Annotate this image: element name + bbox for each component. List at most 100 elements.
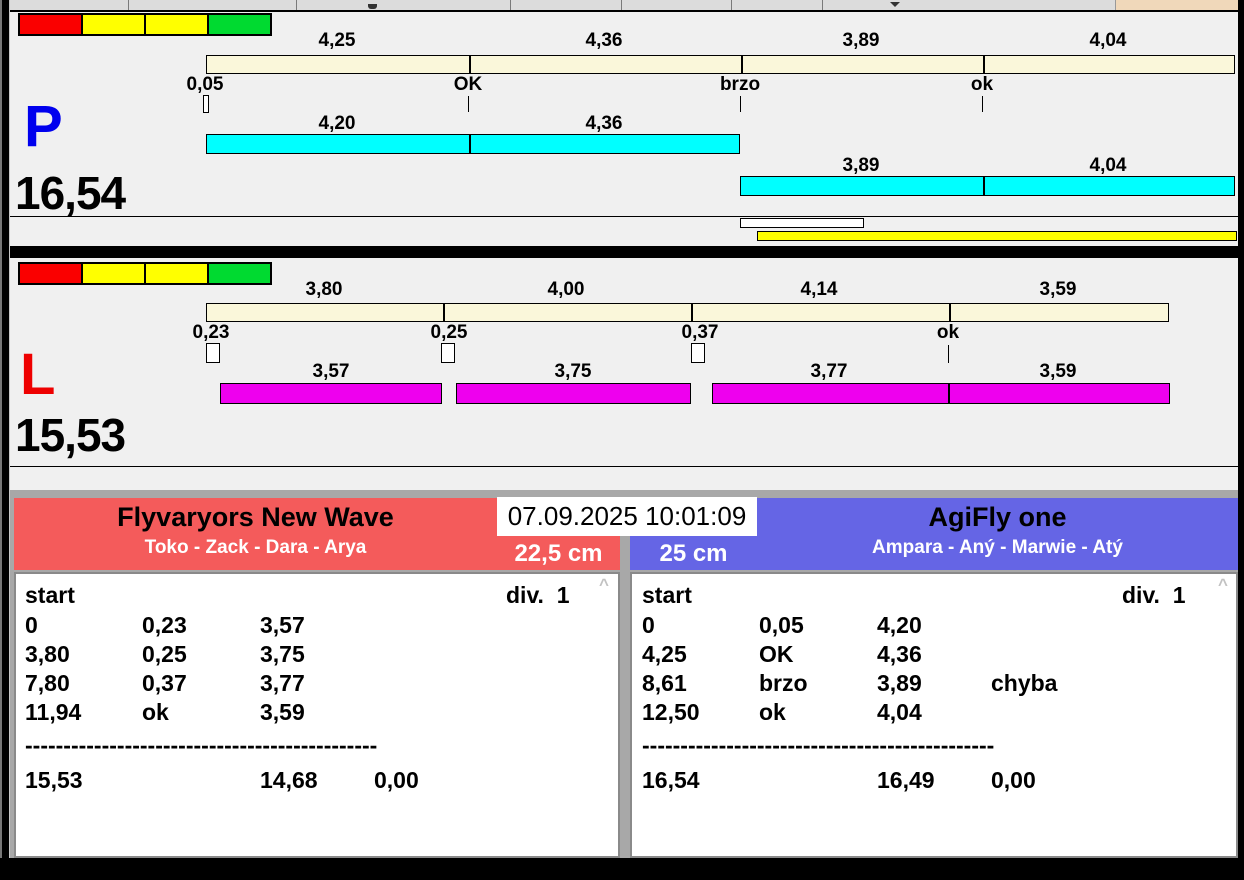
table-header-start: start bbox=[25, 582, 75, 608]
toolbar-separator bbox=[731, 0, 732, 10]
run-time-label: 3,57 bbox=[312, 361, 350, 382]
table-division: div. 1 bbox=[506, 582, 570, 608]
gate-status-label: OK bbox=[453, 74, 483, 95]
lane-p-split-bar bbox=[206, 55, 1235, 74]
lane-p-light-legend bbox=[18, 13, 272, 36]
bar-divider bbox=[983, 177, 985, 195]
gate-status-label: 0,37 bbox=[681, 322, 719, 343]
lane-p-total-time: 16,54 bbox=[15, 167, 126, 219]
legend-green-block bbox=[209, 15, 270, 34]
gate-marker-box bbox=[206, 343, 220, 363]
table-cell: 4,20 bbox=[877, 612, 922, 638]
team-right-members: Ampara - Aný - Marwie - Atý bbox=[872, 537, 1123, 558]
toolbar-separator bbox=[510, 0, 511, 10]
table-cell: 3,77 bbox=[260, 670, 305, 696]
table-total-time: 16,54 bbox=[642, 767, 700, 793]
table-header-start: start bbox=[642, 582, 692, 608]
table-cell: 11,94 bbox=[25, 699, 82, 725]
legend-yellow-block bbox=[146, 15, 207, 34]
gate-marker-tick bbox=[740, 96, 741, 112]
toolbar-glyph bbox=[368, 4, 377, 9]
table-clean-time: 14,68 bbox=[260, 767, 318, 793]
flyball-timing-window: 4,25 4,36 3,89 4,04 0,05 OK brzo ok 4,20… bbox=[0, 0, 1244, 880]
gate-marker-tick bbox=[948, 345, 949, 363]
scroll-up-icon[interactable]: ^ bbox=[1218, 576, 1228, 593]
split-time-label: 3,89 bbox=[842, 30, 880, 51]
bar-divider bbox=[741, 56, 743, 73]
table-cell: brzo bbox=[759, 670, 808, 696]
gate-status-label: 0,25 bbox=[430, 322, 468, 343]
table-cell: 3,89 bbox=[877, 670, 922, 696]
table-division: div. 1 bbox=[1122, 582, 1186, 608]
table-cell: 7,80 bbox=[25, 670, 70, 696]
lane-p-run-bar-1 bbox=[206, 134, 740, 154]
bar-divider bbox=[983, 56, 985, 73]
gate-status-label: ok bbox=[936, 322, 960, 343]
lane-separator-band bbox=[10, 246, 1238, 258]
run-time-label: 3,89 bbox=[842, 155, 880, 176]
legend-red-block bbox=[20, 264, 81, 283]
lane-l-run-bar-3 bbox=[712, 383, 1170, 404]
lane-l-run-bar-2 bbox=[456, 383, 691, 404]
split-time-label: 4,00 bbox=[547, 279, 585, 300]
team-right-name: AgiFly one bbox=[928, 502, 1067, 532]
bar-divider bbox=[948, 384, 950, 403]
table-cell: 0,37 bbox=[142, 670, 187, 696]
split-time-label: 3,80 bbox=[305, 279, 343, 300]
table-cell: 0,23 bbox=[142, 612, 187, 638]
table-cell: 3,75 bbox=[260, 641, 305, 667]
table-clean-time: 16,49 bbox=[877, 767, 935, 793]
table-separator-dashes: ----------------------------------------… bbox=[25, 732, 378, 758]
team-left-jump-height: 22,5 cm bbox=[514, 540, 603, 567]
bar-divider bbox=[469, 56, 471, 73]
lane-l-total-time: 15,53 bbox=[15, 409, 126, 461]
gate-status-label: 0,05 bbox=[186, 74, 224, 95]
table-cell: 3,57 bbox=[260, 612, 305, 638]
lane-p-panel-top-border bbox=[10, 10, 1238, 12]
scroll-up-icon[interactable]: ^ bbox=[599, 576, 609, 593]
lane-l-letter: L bbox=[20, 342, 56, 407]
toolbar-separator bbox=[128, 0, 129, 10]
lane-l-run-bar-1 bbox=[220, 383, 442, 404]
table-separator-dashes: ----------------------------------------… bbox=[642, 732, 995, 758]
gate-status-label: brzo bbox=[719, 74, 761, 95]
legend-yellow-block bbox=[83, 15, 144, 34]
table-cell: 0 bbox=[642, 612, 655, 638]
split-time-label: 4,14 bbox=[800, 279, 838, 300]
gate-marker-box bbox=[203, 95, 209, 113]
lane-l-light-legend bbox=[18, 262, 272, 285]
dropdown-arrow-icon[interactable] bbox=[890, 2, 900, 7]
team-right-jump-height: 25 cm bbox=[659, 540, 728, 567]
gate-marker-box bbox=[691, 343, 705, 363]
bar-divider bbox=[949, 304, 951, 321]
team-left-result-box bbox=[14, 572, 620, 858]
table-cell: 8,61 bbox=[642, 670, 687, 696]
legend-red-block bbox=[20, 15, 81, 34]
datetime-box: 07.09.2025 10:01:09 bbox=[497, 497, 757, 536]
lane-l-bottom-line bbox=[10, 466, 1238, 467]
table-cell: 3,59 bbox=[260, 699, 305, 725]
team-left-members: Toko - Zack - Dara - Arya bbox=[144, 537, 367, 558]
gate-status-label: 0,23 bbox=[192, 322, 230, 343]
toolbar-separator bbox=[621, 0, 622, 10]
team-left-name: Flyvaryors New Wave bbox=[117, 502, 394, 532]
toolbar bbox=[10, 0, 1115, 10]
run-time-label: 4,04 bbox=[1089, 155, 1127, 176]
run-time-label: 3,75 bbox=[554, 361, 592, 382]
run-time-label: 4,20 bbox=[318, 113, 356, 134]
split-time-label: 4,36 bbox=[585, 30, 623, 51]
table-penalty: 0,00 bbox=[991, 767, 1036, 793]
bar-divider bbox=[443, 304, 445, 321]
table-penalty: 0,00 bbox=[374, 767, 419, 793]
table-cell: OK bbox=[759, 641, 794, 667]
table-cell: 12,50 bbox=[642, 699, 700, 725]
bar-divider bbox=[469, 135, 471, 153]
lane-p-run-bar-2 bbox=[740, 176, 1235, 196]
table-cell: 0,05 bbox=[759, 612, 804, 638]
legend-yellow-block bbox=[83, 264, 144, 283]
table-cell: ok bbox=[142, 699, 169, 725]
table-cell: ok bbox=[759, 699, 786, 725]
gate-marker-tick bbox=[982, 96, 983, 112]
bar-divider bbox=[691, 304, 693, 321]
bottom-black-band bbox=[0, 858, 1244, 880]
